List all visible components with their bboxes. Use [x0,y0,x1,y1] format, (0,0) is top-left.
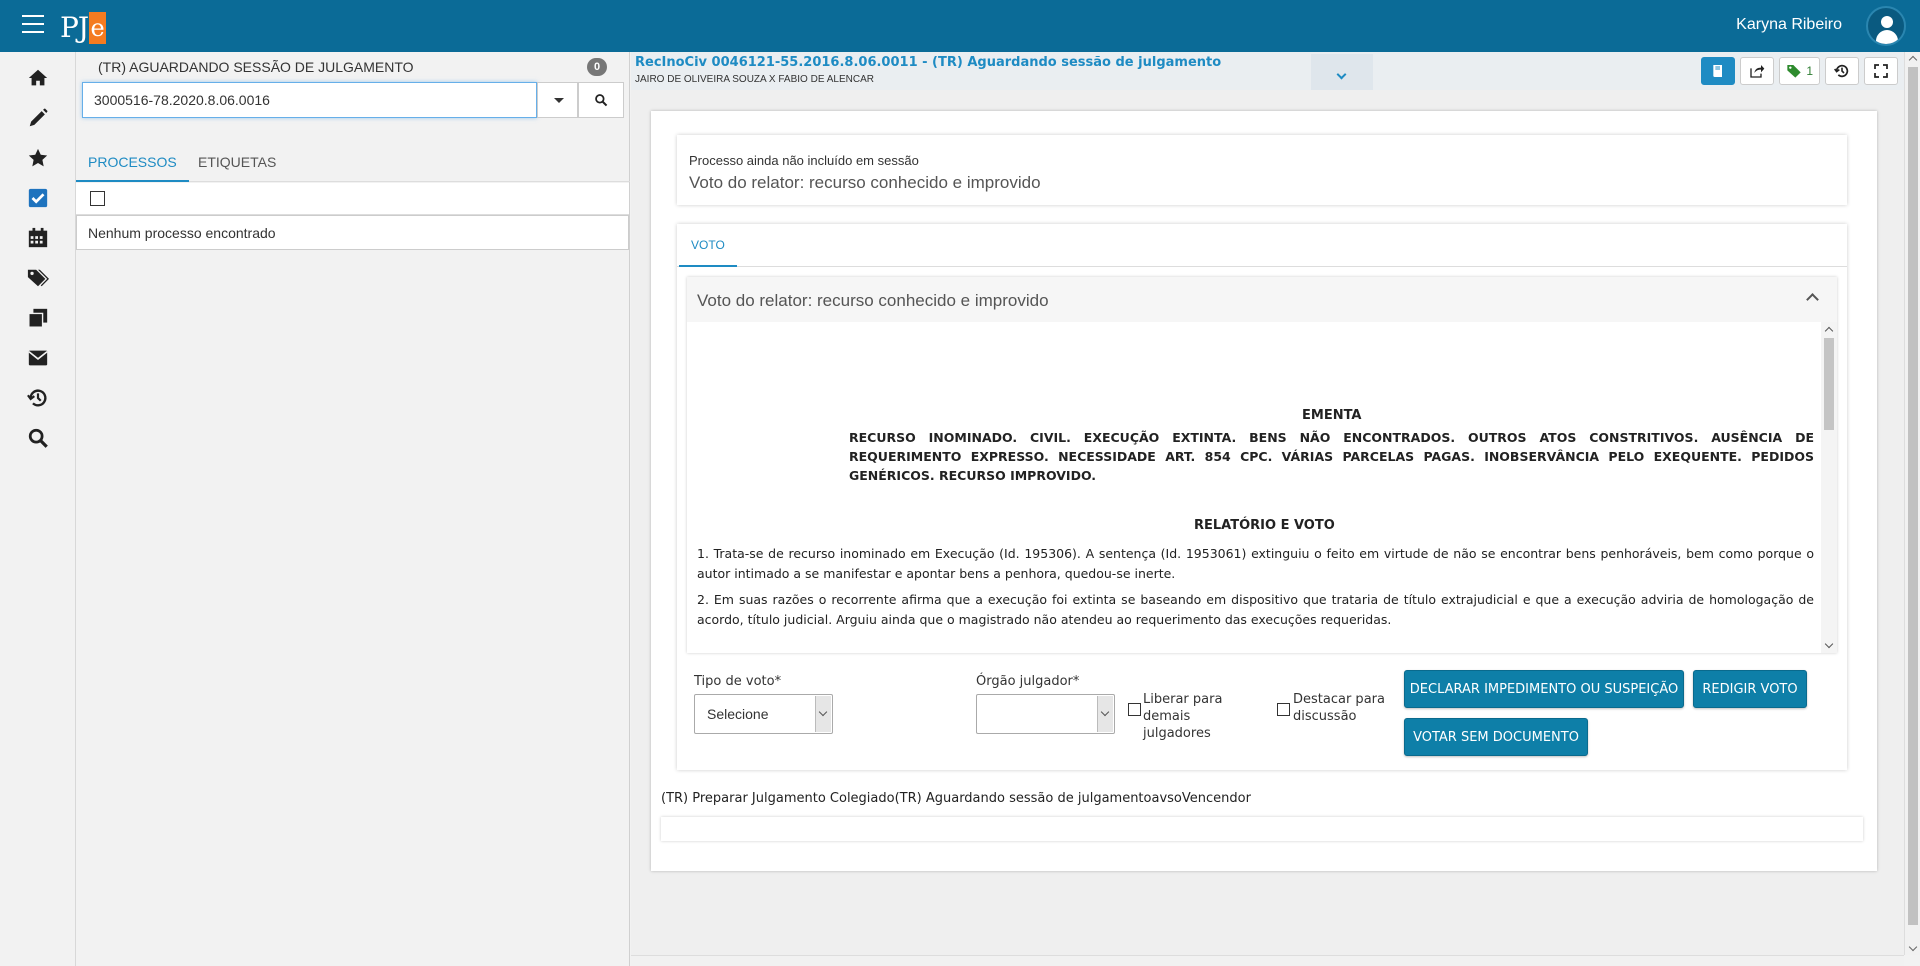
tag-count: 1 [1806,64,1813,78]
page-horizontal-scrollbar[interactable] [631,955,1904,966]
vote-panel-title: Voto do relator: recurso conhecido e imp… [697,291,1049,310]
pje-logo[interactable]: PJ e [60,8,107,44]
votar-sem-documento-button[interactable]: VOTAR SEM DOCUMENTO [1404,718,1588,756]
vote-tabs: VOTO [677,224,1847,267]
main-content: RecInoCiv 0046121-55.2016.8.06.0011 - (T… [631,52,1904,955]
tab-voto[interactable]: VOTO [679,224,737,267]
session-status: Processo ainda não incluído em sessão [689,153,919,168]
flow-status-text: (TR) Preparar Julgamento Colegiado(TR) A… [661,791,1251,806]
menu-icon[interactable] [22,15,44,33]
document-paragraph: 2. Em suas razões o recorrente afirma qu… [697,592,1814,627]
select-all-checkbox[interactable] [90,191,105,206]
vote-panel: Voto do relator: recurso conhecido e imp… [687,277,1837,653]
caret-down-icon [554,98,564,103]
empty-message: Nenhum processo encontrado [88,225,276,241]
search-icon [595,94,608,107]
vote-document: EMENTA RECURSO INOMINADO. CIVIL. EXECUÇÃ… [687,322,1821,653]
logo-accent: e [89,12,107,44]
search-icon[interactable] [25,425,51,451]
tags-button[interactable]: 1 [1779,57,1820,85]
liberar-label: Liberar para demais julgadores [1143,692,1223,741]
chevron-up-icon[interactable] [1806,293,1819,306]
orgao-select[interactable] [976,694,1115,734]
empty-list-row: Nenhum processo encontrado [76,215,629,250]
relatorio-heading: RELATÓRIO E VOTO [1194,518,1335,533]
search-options-dropdown[interactable] [537,82,578,118]
vote-type-select[interactable]: Selecione [694,694,833,734]
search-button[interactable] [578,82,624,118]
document-paragraph: 1. Trata-se de recurso inominado em Exec… [697,546,1814,581]
tab-etiquetas[interactable]: ETIQUETAS [186,144,288,182]
vote-panel-header[interactable]: Voto do relator: recurso conhecido e imp… [687,277,1837,322]
home-icon[interactable] [25,65,51,91]
process-card: Processo ainda não incluído em sessão Vo… [651,111,1877,871]
share-icon [1750,65,1765,78]
copy-icon[interactable] [25,305,51,331]
icon-rail [0,52,76,966]
process-title[interactable]: RecInoCiv 0046121-55.2016.8.06.0011 - (T… [635,55,1221,70]
chevron-down-icon [1097,696,1113,732]
document-scrollbar[interactable] [1821,322,1837,653]
task-list-panel: (TR) AGUARDANDO SESSÃO DE JULGAMENTO 0 P… [76,52,630,966]
footer-box [661,817,1863,841]
book-icon [1713,65,1723,77]
vote-type-value: Selecione [707,706,769,722]
share-button[interactable] [1740,57,1775,85]
star-icon[interactable] [25,145,51,171]
declarar-impedimento-button[interactable]: DECLARAR IMPEDIMENTO OU SUSPEIÇÃO [1404,670,1684,708]
count-badge: 0 [587,58,607,76]
chevron-down-icon [815,696,831,732]
tab-processos[interactable]: PROCESSOS [76,144,189,182]
top-bar: PJ e Karyna Ribeiro [0,0,1920,52]
page-scrollbar[interactable] [1904,52,1920,955]
session-status-box: Processo ainda não incluído em sessão Vo… [677,135,1847,205]
list-tabs: PROCESSOS ETIQUETAS [76,144,630,182]
autos-button[interactable] [1701,57,1736,85]
pencil-icon[interactable] [25,105,51,131]
vote-type-label: Tipo de voto* [694,674,782,689]
redigir-voto-button[interactable]: REDIGIR VOTO [1693,670,1807,708]
history-icon [1834,64,1849,78]
process-parties: JAIRO DE OLIVEIRA SOUZA X FABIO DE ALENC… [635,74,874,85]
orgao-label: Órgão julgador* [976,674,1080,689]
history-button[interactable] [1825,57,1859,85]
process-search-input[interactable] [82,82,537,118]
tag-icon [1787,65,1801,78]
checkbox-icon[interactable] [25,185,51,211]
user-name[interactable]: Karyna Ribeiro [1736,16,1842,34]
avatar[interactable] [1866,6,1906,46]
expand-details-button[interactable] [1311,54,1373,90]
fullscreen-icon [1874,64,1888,78]
fullscreen-button[interactable] [1864,57,1898,85]
liberar-checkbox[interactable] [1128,703,1141,716]
ementa-text: RECURSO INOMINADO. CIVIL. EXECUÇÃO EXTIN… [849,430,1814,483]
process-header: RecInoCiv 0046121-55.2016.8.06.0011 - (T… [631,52,1904,90]
vote-section: VOTO Voto do relator: recurso conhecido … [677,224,1847,770]
envelope-icon[interactable] [25,345,51,371]
select-all-row [76,183,629,215]
relator-vote-summary: Voto do relator: recurso conhecido e imp… [689,173,1041,192]
ementa-heading: EMENTA [1302,408,1362,423]
calendar-icon[interactable] [25,225,51,251]
logo-text: PJ [60,11,89,44]
tags-icon[interactable] [25,265,51,291]
task-title: (TR) AGUARDANDO SESSÃO DE JULGAMENTO [98,59,414,75]
destacar-label: Destacar para discussão [1293,692,1385,724]
process-toolbar: 1 [1701,57,1898,85]
destacar-checkbox[interactable] [1277,703,1290,716]
chevron-down-icon [1336,69,1347,80]
history-icon[interactable] [25,385,51,411]
